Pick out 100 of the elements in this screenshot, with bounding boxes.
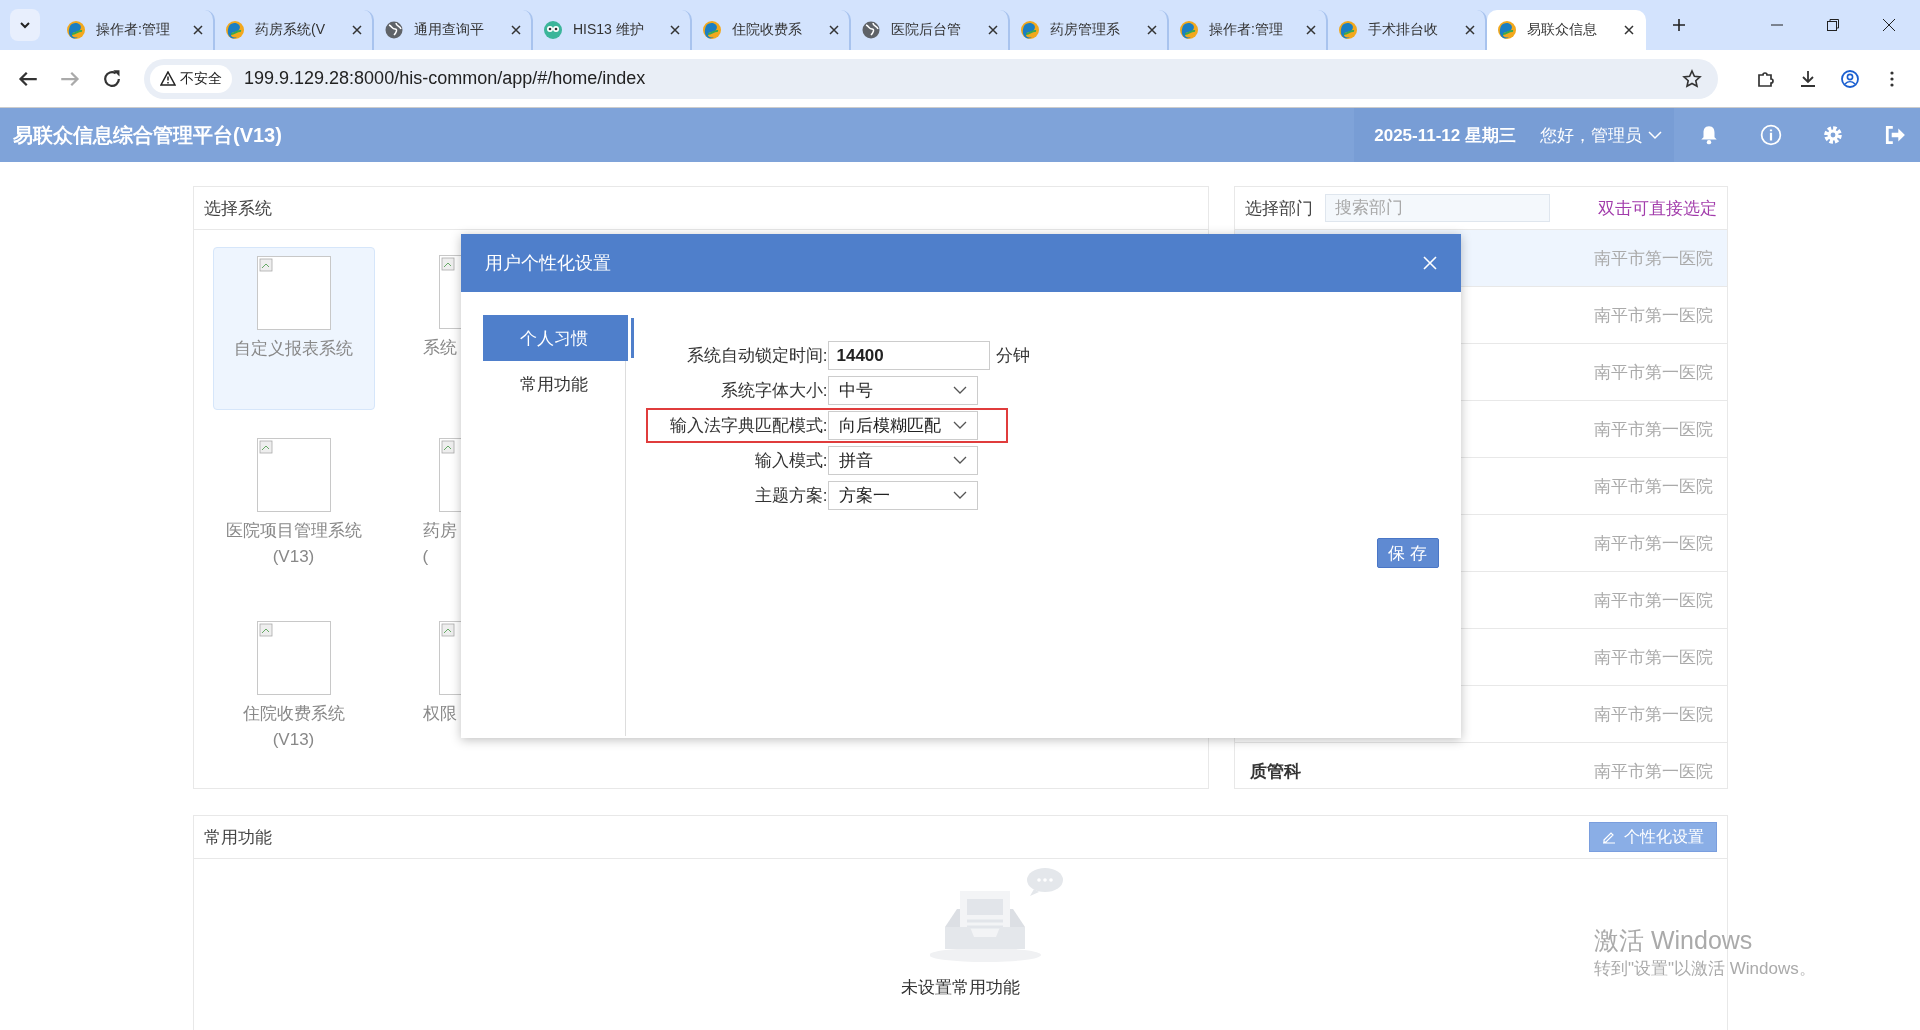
hospital-name: 南平市第一医院 bbox=[1593, 646, 1713, 669]
caret-icon bbox=[952, 421, 967, 430]
system-label: 住院收费系统(V13) bbox=[241, 703, 346, 751]
browser-tab[interactable]: 易联众信息 bbox=[1487, 10, 1646, 50]
broken-image-icon bbox=[256, 621, 331, 695]
close-icon[interactable] bbox=[670, 25, 680, 35]
hospital-name: 南平市第一医院 bbox=[1593, 760, 1713, 783]
security-chip[interactable]: 不安全 bbox=[150, 64, 232, 93]
field-label: 系统自动锁定时间: bbox=[685, 345, 828, 367]
new-tab-icon[interactable] bbox=[1672, 18, 1686, 32]
close-icon[interactable] bbox=[1465, 25, 1475, 35]
tab-title: HIS13 维护 bbox=[573, 21, 645, 39]
caret-icon bbox=[952, 456, 967, 465]
star-icon[interactable] bbox=[1682, 68, 1702, 89]
department-row[interactable]: 质管科 南平市第一医院 bbox=[1234, 743, 1727, 799]
globe-icon bbox=[384, 20, 404, 40]
tab-title: 易联众信息 bbox=[1527, 21, 1598, 39]
broken-image-icon bbox=[256, 438, 331, 512]
system-tile[interactable]: 医院项目管理系统(V13) bbox=[212, 430, 375, 593]
lock-time-field[interactable]: 14400 bbox=[827, 341, 990, 370]
dialog-title: 用户个性化设置 bbox=[484, 252, 611, 275]
activation-text: 转到"设置"以激活 Windows。 bbox=[1594, 958, 1816, 980]
restore-icon[interactable] bbox=[1826, 18, 1840, 32]
system-tile[interactable]: 住院收费系统(V13) bbox=[212, 613, 375, 776]
download-icon[interactable] bbox=[1798, 68, 1818, 89]
panel-title: 选择部门 bbox=[1244, 197, 1313, 220]
activation-title: 激活 Windows bbox=[1594, 925, 1754, 956]
select-field[interactable]: 方案一 bbox=[827, 481, 978, 510]
logout-icon[interactable] bbox=[1884, 124, 1906, 146]
caret-icon bbox=[952, 491, 967, 500]
system-label: 权限 bbox=[421, 703, 457, 725]
system-label: 自定义报表系统 bbox=[233, 338, 354, 360]
browser-tab[interactable]: 通用查询平 bbox=[374, 10, 533, 50]
panel-title: 选择系统 bbox=[203, 197, 272, 220]
search-field[interactable]: 搜索部门 bbox=[1324, 194, 1550, 222]
system-label: 医院项目管理系统(V13) bbox=[224, 520, 363, 568]
tab-title: 药房管理系 bbox=[1050, 21, 1121, 39]
reload-icon[interactable] bbox=[102, 68, 122, 89]
close-icon[interactable] bbox=[829, 25, 839, 35]
select-field[interactable]: 中号 bbox=[827, 376, 978, 405]
tab-list-button[interactable] bbox=[10, 9, 40, 41]
logo-icon bbox=[66, 20, 86, 40]
close-icon[interactable] bbox=[1882, 18, 1896, 32]
close-icon[interactable] bbox=[988, 25, 998, 35]
system-label: 药房 ( bbox=[421, 520, 457, 568]
tab-title: 手术排台收 bbox=[1368, 21, 1439, 39]
browser-tab[interactable]: HIS13 维护 bbox=[533, 10, 692, 50]
browser-tab[interactable]: 药房系统(V bbox=[215, 10, 374, 50]
hospital-name: 南平市第一医院 bbox=[1593, 475, 1713, 498]
hospital-name: 南平市第一医院 bbox=[1593, 532, 1713, 555]
settings-tab[interactable]: 常用功能 bbox=[482, 361, 628, 407]
close-icon[interactable] bbox=[352, 25, 362, 35]
browser-tab[interactable]: 操作者:管理 bbox=[56, 10, 215, 50]
hospital-name: 南平市第一医院 bbox=[1593, 589, 1713, 612]
hospital-name: 南平市第一医院 bbox=[1593, 418, 1713, 441]
logo-icon bbox=[1179, 20, 1199, 40]
unit-text: 分钟 bbox=[995, 345, 1030, 367]
system-label: 系统 bbox=[421, 337, 457, 359]
caret-icon bbox=[1648, 130, 1662, 140]
select-field[interactable]: 拼音 bbox=[827, 446, 978, 475]
close-icon[interactable] bbox=[1306, 25, 1316, 35]
browser-tab[interactable]: 操作者:管理 bbox=[1169, 10, 1328, 50]
department-name: 质管科 bbox=[1249, 760, 1301, 783]
select-field[interactable]: 向后模糊匹配 bbox=[827, 411, 978, 440]
tab-title: 操作者:管理 bbox=[1209, 21, 1284, 39]
address-field[interactable]: 不安全 199.9.129.28:8000/his-common/app/#/home/index bbox=[144, 58, 1718, 99]
close-icon[interactable] bbox=[511, 25, 521, 35]
empty-message: 未设置常用功能 bbox=[900, 977, 1020, 999]
profile-icon[interactable] bbox=[1840, 68, 1860, 89]
date-text: 2025-11-12 星期三 bbox=[1374, 124, 1516, 147]
logo-icon bbox=[225, 20, 245, 40]
broken-image-icon bbox=[256, 256, 331, 330]
logo-icon bbox=[1020, 20, 1040, 40]
panel-title: 常用功能 bbox=[203, 826, 272, 849]
browser-tab[interactable]: 住院收费系 bbox=[692, 10, 851, 50]
close-icon[interactable] bbox=[1147, 25, 1157, 35]
field-label: 输入模式: bbox=[753, 450, 828, 472]
logo-icon bbox=[1338, 20, 1358, 40]
tab-title: 操作者:管理 bbox=[96, 21, 171, 39]
field-label: 输入法字典匹配模式: bbox=[668, 415, 828, 437]
owl-icon bbox=[543, 20, 563, 40]
hospital-name: 南平市第一医院 bbox=[1593, 361, 1713, 384]
url-text: 199.9.129.28:8000/his-common/app/#/home/index bbox=[244, 68, 646, 89]
caret-icon bbox=[952, 386, 967, 395]
app-title: 易联众信息综合管理平台(V13) bbox=[12, 122, 282, 148]
settings-icon[interactable] bbox=[1822, 124, 1844, 146]
close-icon[interactable] bbox=[193, 25, 203, 35]
tab-title: 住院收费系 bbox=[732, 21, 803, 39]
tab-title: 药房系统(V bbox=[255, 21, 326, 39]
pencil-icon bbox=[1601, 830, 1616, 844]
browser-tab[interactable]: 药房管理系 bbox=[1010, 10, 1169, 50]
field-label: 系统字体大小: bbox=[719, 380, 828, 402]
globe-icon bbox=[861, 20, 881, 40]
field-label: 主题方案: bbox=[753, 485, 828, 507]
info-icon[interactable] bbox=[1760, 124, 1782, 146]
hint-text: 双击可直接选定 bbox=[1597, 197, 1717, 220]
browser-tab[interactable]: 医院后台管 bbox=[851, 10, 1010, 50]
hospital-name: 南平市第一医院 bbox=[1593, 703, 1713, 726]
close-icon[interactable] bbox=[1624, 25, 1634, 35]
tab-title: 医院后台管 bbox=[891, 21, 962, 39]
